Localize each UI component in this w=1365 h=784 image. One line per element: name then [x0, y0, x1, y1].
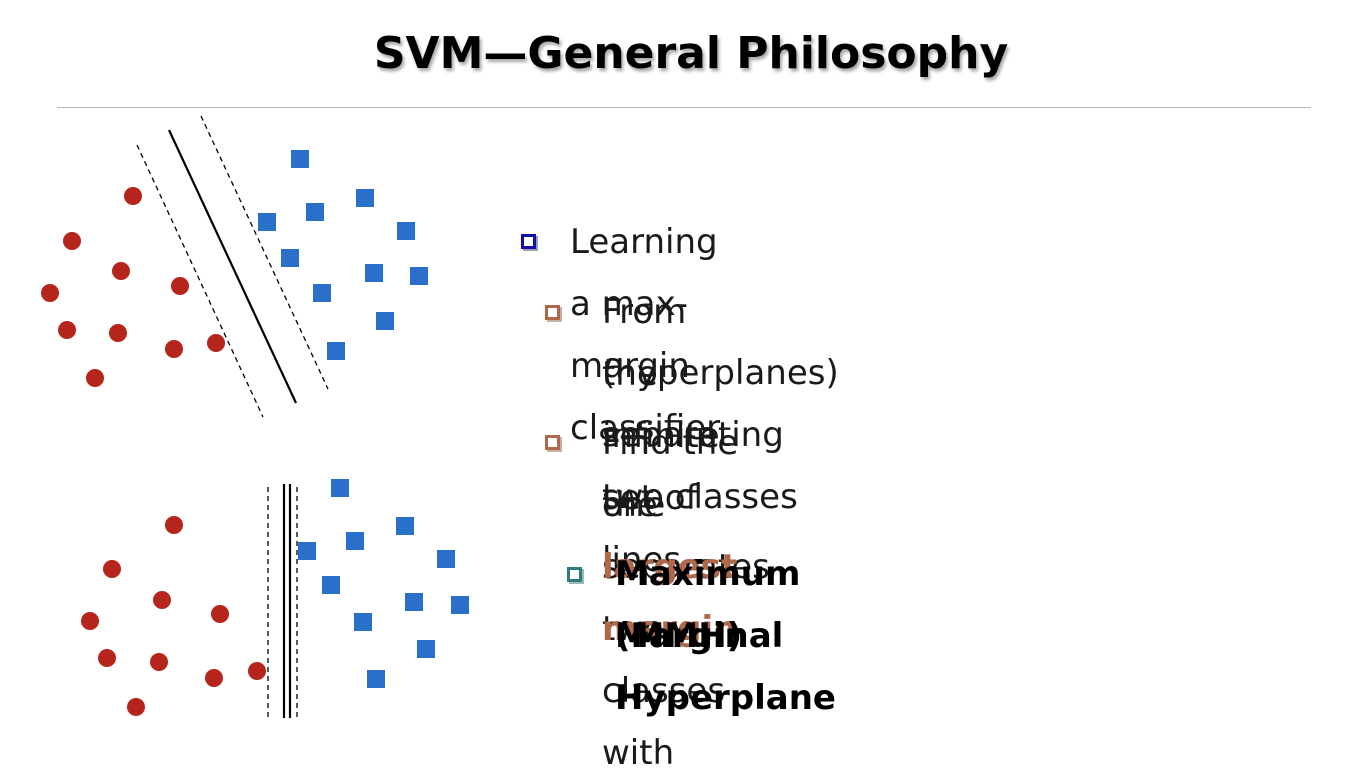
square-bullet-icon [545, 305, 560, 320]
blue-point [405, 593, 423, 611]
square-bullet-icon [567, 567, 582, 582]
blue-point [281, 249, 299, 267]
blue-class-points [298, 479, 469, 688]
blue-point [298, 542, 316, 560]
blue-point [365, 264, 383, 282]
blue-point [376, 312, 394, 330]
red-point [98, 649, 116, 667]
red-point [153, 591, 171, 609]
square-bullet-icon [545, 435, 560, 450]
blue-point [410, 267, 428, 285]
red-point [58, 321, 76, 339]
red-point [150, 653, 168, 671]
red-point [207, 334, 225, 352]
blue-point [331, 479, 349, 497]
red-point [103, 560, 121, 578]
bullet-3-prefix: the [602, 485, 658, 525]
red-point [124, 187, 142, 205]
red-point [109, 324, 127, 342]
bullet-4-line-2: (MMH) [615, 616, 743, 656]
svm-illustration [41, 115, 469, 718]
red-point [205, 669, 223, 687]
blue-point [327, 342, 345, 360]
red-point [165, 340, 183, 358]
red-point [248, 662, 266, 680]
square-bullet-icon [521, 234, 536, 249]
red-point [165, 516, 183, 534]
hyperplane-line [168, 129, 297, 404]
red-point [63, 232, 81, 250]
blue-point [291, 150, 309, 168]
blue-point [397, 222, 415, 240]
red-point [127, 698, 145, 716]
red-class-points [41, 187, 225, 387]
blue-point [306, 203, 324, 221]
red-point [171, 277, 189, 295]
blue-class-points [258, 150, 428, 360]
blue-point [356, 189, 374, 207]
blue-point [346, 532, 364, 550]
blue-point [354, 613, 372, 631]
blue-point [396, 517, 414, 535]
narrow-margin-diagram [81, 479, 469, 718]
blue-point [417, 640, 435, 658]
red-point [112, 262, 130, 280]
red-point [86, 369, 104, 387]
red-point [81, 612, 99, 630]
blue-point [367, 670, 385, 688]
blue-point [258, 213, 276, 231]
blue-point [437, 550, 455, 568]
wide-margin-diagram [41, 115, 428, 418]
red-point [41, 284, 59, 302]
margin-line-left [136, 144, 264, 418]
blue-point [451, 596, 469, 614]
red-class-points [81, 516, 266, 716]
red-point [211, 605, 229, 623]
blue-point [313, 284, 331, 302]
blue-point [322, 576, 340, 594]
